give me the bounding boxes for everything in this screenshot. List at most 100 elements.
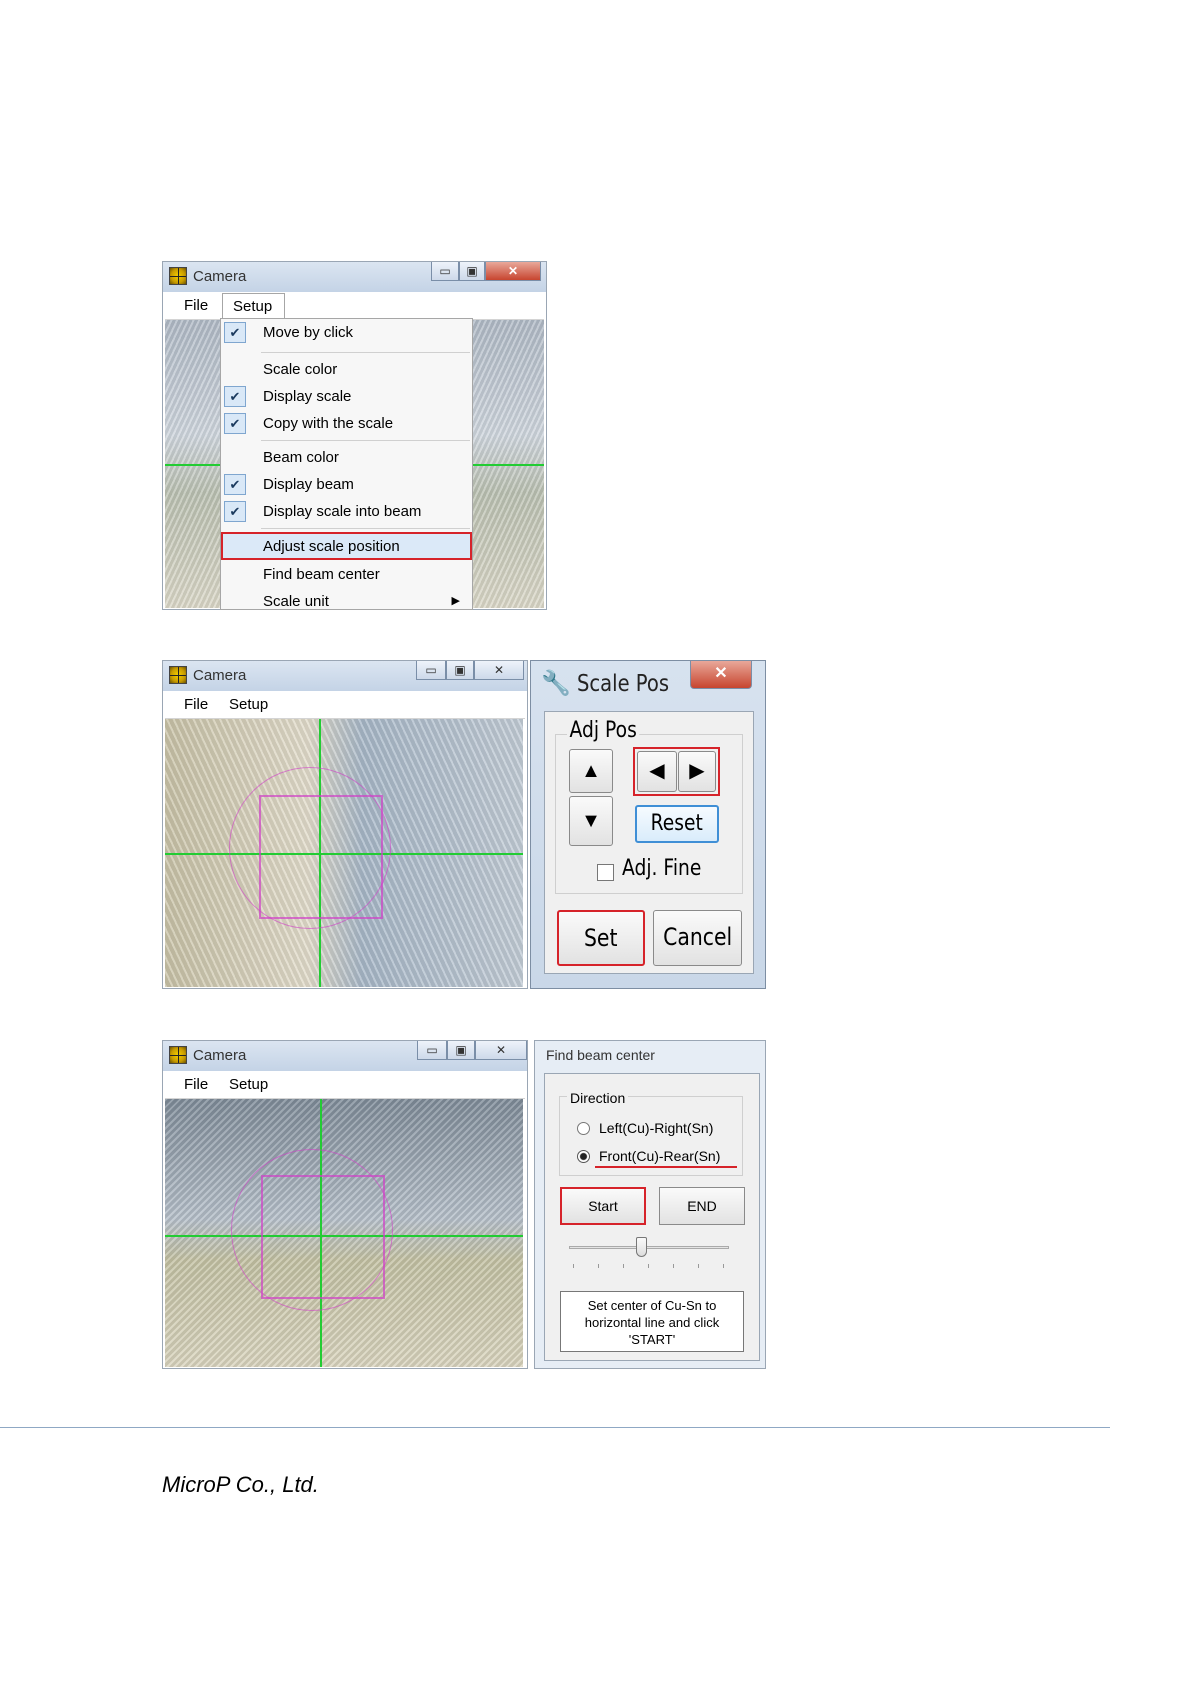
menu-item-label: Scale unit [263,593,329,610]
slider-ticks [573,1264,725,1268]
menu-item-display-scale[interactable]: ✔ Display scale [221,383,472,410]
check-icon: ✔ [224,501,246,522]
menu-bar: File Setup [165,292,544,321]
footer-rule [0,1427,1110,1428]
set-label: Set [584,924,618,952]
dialog-title: Scale Pos [577,671,670,697]
menu-item-label: Scale color [263,361,338,378]
close-button[interactable]: ✕ [690,661,752,689]
slider-thumb[interactable] [636,1237,647,1257]
camera-window-3: Camera ▭ ▣ ✕ File Setup [162,1040,528,1369]
menu-item-move-by-click[interactable]: ✔ Move by click [221,319,472,346]
radio-front-rear[interactable] [577,1150,590,1163]
menu-separator [261,440,470,441]
menu-item-scale-unit[interactable]: Scale unit ▶ [221,588,472,615]
radio-left-right[interactable] [577,1122,590,1135]
maximize-button[interactable]: ▣ [459,262,485,281]
arrow-up-icon: ▲ [581,760,601,782]
menu-item-adjust-scale-position[interactable]: Adjust scale position [221,532,472,560]
close-button[interactable]: ✕ [485,262,541,281]
caption-buttons: ▭ ▣ ✕ [417,1041,527,1061]
menu-item-label: Display scale into beam [263,503,422,520]
menu-item-label: Copy with the scale [263,415,394,432]
wrench-icon: 🔧 [541,670,571,697]
instruction-line: 'START' [628,1332,676,1347]
camera-image[interactable] [165,719,523,987]
reset-button[interactable]: Reset [635,805,719,843]
red-underline [595,1166,737,1168]
camera-titlebar[interactable]: Camera ▭ ▣ ✕ [163,262,546,292]
move-down-button[interactable]: ▼ [569,796,613,846]
menu-bar: File Setup [165,691,525,719]
instruction-box: Set center of Cu-Sn to horizontal line a… [560,1291,744,1352]
camera-window-2: Camera ▭ ▣ ✕ File Setup [162,660,528,989]
camera-app-icon [169,1046,187,1064]
menu-item-label: Find beam center [263,566,380,583]
check-icon: ✔ [224,474,246,495]
camera-app-icon [169,267,187,285]
menu-file[interactable]: File [184,1076,208,1093]
arrow-left-icon: ◀ [649,760,665,782]
camera-titlebar[interactable]: Camera ▭ ▣ ✕ [163,661,527,691]
end-label: END [687,1198,717,1214]
menu-item-scale-color[interactable]: Scale color [221,356,472,383]
window-title: Camera [193,268,247,285]
menu-setup[interactable]: Setup [229,696,268,713]
camera-titlebar[interactable]: Camera ▭ ▣ ✕ [163,1041,527,1071]
minimize-button[interactable]: ▭ [417,1041,447,1060]
instruction-line: Set center of Cu-Sn to [587,1298,717,1313]
reset-label: Reset [650,811,704,836]
camera-app-icon [169,666,187,684]
caption-buttons: ▭ ▣ ✕ [431,262,541,282]
dialog-body: Adj Pos ▲ ▼ ◀ ▶ Reset Adj. Fine Set Canc… [544,711,754,974]
slider-track[interactable] [569,1246,729,1249]
close-button[interactable]: ✕ [474,661,524,680]
find-beam-center-dialog: Find beam center Direction Left(Cu)-Righ… [534,1040,766,1369]
cancel-label: Cancel [662,923,733,951]
move-right-button[interactable]: ▶ [678,751,716,792]
move-left-button[interactable]: ◀ [637,751,677,792]
end-button[interactable]: END [659,1187,745,1225]
setup-dropdown: ✔ Move by click Scale color ✔ Display sc… [220,318,473,610]
camera-image[interactable] [165,1099,523,1367]
close-button[interactable]: ✕ [475,1041,527,1060]
menu-setup-open[interactable]: Setup [222,293,285,321]
menu-item-display-scale-into-beam[interactable]: ✔ Display scale into beam [221,498,472,525]
dialog-body: Direction Left(Cu)-Right(Sn) Front(Cu)-R… [544,1073,760,1361]
window-title: Camera [193,1047,247,1064]
camera-window-1: Camera ▭ ▣ ✕ File Setup ✔ Move by click … [162,261,547,610]
scale-rectangle [261,1175,385,1299]
menu-setup[interactable]: Setup [229,1076,268,1093]
set-button[interactable]: Set [557,910,645,966]
menu-item-label: Display scale [263,388,352,405]
arrow-down-icon: ▼ [581,810,601,832]
maximize-button[interactable]: ▣ [447,1041,475,1060]
menu-item-find-beam-center[interactable]: Find beam center [221,561,472,588]
radio-left-right-label: Left(Cu)-Right(Sn) [599,1120,714,1136]
company-name: MicroP Co., Ltd. [162,1472,319,1497]
menu-item-copy-with-scale[interactable]: ✔ Copy with the scale [221,410,472,437]
horizontal-move-group: ◀ ▶ [633,747,720,796]
submenu-arrow-icon: ▶ [451,595,460,607]
menu-file[interactable]: File [184,696,208,713]
menu-item-beam-color[interactable]: Beam color [221,444,472,471]
window-title: Camera [193,667,247,684]
menu-item-label: Beam color [263,449,339,466]
minimize-button[interactable]: ▭ [431,262,459,281]
maximize-button[interactable]: ▣ [446,661,474,680]
menu-file[interactable]: File [184,297,208,314]
menu-setup-label: Setup [233,298,273,315]
start-button[interactable]: Start [560,1187,646,1225]
menu-separator [261,528,470,529]
adj-fine-label: Adj. Fine [622,856,702,881]
direction-group [559,1096,743,1176]
cancel-button[interactable]: Cancel [653,910,742,966]
menu-separator [261,352,470,353]
minimize-button[interactable]: ▭ [416,661,446,680]
menu-item-display-beam[interactable]: ✔ Display beam [221,471,472,498]
instruction-line: horizontal line and click [584,1315,720,1330]
menu-item-label: Move by click [263,324,354,341]
adj-fine-checkbox[interactable] [597,864,614,881]
move-up-button[interactable]: ▲ [569,749,613,793]
scale-rectangle [259,795,383,919]
